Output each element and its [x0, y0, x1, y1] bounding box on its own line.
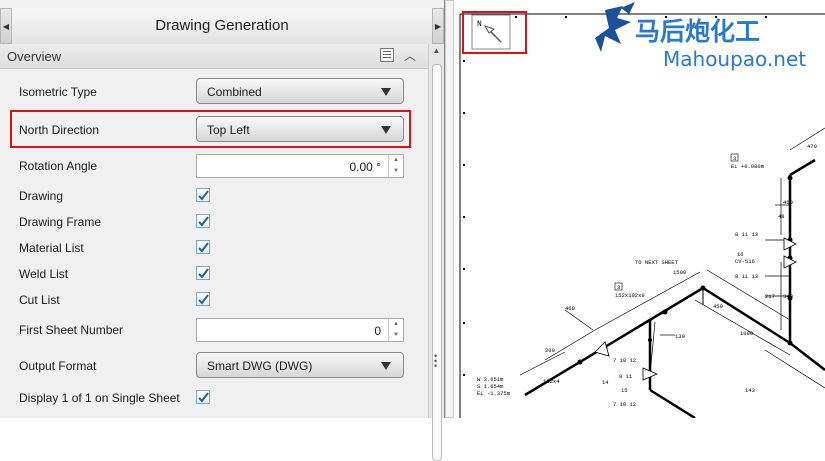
dim-130: 130	[675, 333, 685, 340]
drawing-checkbox[interactable]	[196, 188, 210, 202]
cut-list-label: Cut List	[19, 293, 60, 307]
dim-470: 470	[807, 143, 817, 150]
isometric-type-value: Combined	[207, 85, 262, 99]
cut-list-checkbox[interactable]	[196, 292, 210, 306]
rotation-angle-label: Rotation Angle	[19, 159, 98, 173]
isometric-type-dropdown[interactable]: Combined	[196, 78, 404, 104]
dim-1500: 1500	[673, 269, 686, 276]
dim-460b: 460	[565, 305, 575, 312]
elev-left-1: W 3.651m	[477, 376, 504, 383]
to-next-sheet: TO NEXT SHEET	[635, 259, 679, 266]
vertical-scrollbar[interactable]: ▲ • • •	[428, 44, 444, 461]
first-sheet-number-value: 0	[374, 324, 381, 338]
display-single-sheet-label: Display 1 of 1 on Single Sheet	[19, 391, 180, 405]
brand-en: Mahoupao.net	[663, 47, 806, 71]
dim-1000: 1000	[740, 330, 753, 337]
dim-48: 48	[778, 213, 785, 220]
material-list-checkbox[interactable]	[196, 240, 210, 254]
drawing-label: Drawing	[19, 189, 64, 203]
dropdown-arrow-icon	[381, 88, 391, 96]
dim-217: 217	[765, 293, 775, 300]
elev-top: EL +0.080m	[731, 163, 765, 170]
property-list-icon[interactable]	[380, 48, 394, 62]
scroll-thumb[interactable]	[432, 64, 442, 461]
display-single-sheet-checkbox[interactable]	[196, 390, 210, 404]
weld-list-label: Weld List	[19, 267, 69, 281]
elev-left-3: EL -1.375m	[477, 390, 511, 397]
material-list-label: Material List	[19, 241, 84, 255]
tag-8-11-13b: 8 11 13	[735, 273, 758, 280]
dropdown-arrow-icon	[381, 362, 391, 370]
isometric-drawing-preview[interactable]: N 马后炮化工 Mahoupao.net 3 EL +0.080m 470 46…	[445, 0, 825, 418]
spinner-buttons[interactable]: ▲ ▼	[388, 319, 403, 341]
first-sheet-number-label: First Sheet Number	[19, 323, 124, 337]
isometric-type-label: Isometric Type	[19, 85, 97, 99]
tag-7-10-12b: 7 10 12	[613, 401, 636, 408]
elev-left-2: S 1.654m	[477, 383, 504, 390]
drawing-frame-checkbox[interactable]	[196, 214, 210, 228]
rotation-angle-value: 0.00 °	[349, 160, 382, 174]
dim-340: 340	[783, 293, 793, 300]
grip-icon: • • •	[434, 351, 438, 371]
tag-7-10-12a: 7 10 12	[613, 357, 636, 364]
panel-title-bar: ◀ Drawing Generation ▶	[0, 8, 444, 45]
dim-460: 460	[783, 199, 793, 206]
output-format-value: Smart DWG (DWG)	[207, 359, 313, 373]
section-title: Overview	[7, 49, 62, 64]
dim-143: 143	[745, 387, 755, 394]
first-sheet-number-input[interactable]: 0 ▲ ▼	[196, 318, 404, 342]
weld-list-checkbox[interactable]	[196, 266, 210, 280]
drawing-generation-panel: ◀ Drawing Generation ▶ Overview ︿ ▲ • • • …	[0, 0, 445, 461]
tag-14: 14	[602, 379, 609, 386]
scroll-up-icon[interactable]: ▲	[429, 46, 444, 55]
north-direction-highlight	[10, 110, 411, 148]
mahoupao-logo: 马后炮化工 Mahoupao.net	[595, 2, 806, 71]
output-format-label: Output Format	[19, 359, 97, 373]
tag-16: 16	[737, 251, 744, 258]
tag-15: 15	[621, 387, 628, 394]
dim-200: 200	[545, 347, 555, 354]
tag-cv516: CV-516	[735, 258, 755, 265]
drawing-frame-label: Drawing Frame	[19, 215, 102, 229]
panel-title: Drawing Generation	[155, 17, 289, 34]
tag-9-11: 9 11	[619, 373, 633, 380]
brand-cn: 马后炮化工	[635, 17, 760, 46]
spinner-buttons[interactable]: ▲ ▼	[388, 155, 403, 177]
tag-8-11-13a: 8 11 13	[735, 231, 758, 238]
overview-section-header[interactable]: Overview ︿	[0, 44, 428, 69]
chevron-right-icon: ▶	[434, 21, 442, 31]
isometric-drawing-canvas: N 马后炮化工 Mahoupao.net 3 EL +0.080m 470 46…	[445, 0, 825, 418]
size-152x4: 152x4	[543, 378, 560, 385]
rotation-angle-input[interactable]: 0.00 ° ▲ ▼	[196, 154, 404, 178]
size-152x102x9: 152x102x9	[615, 292, 645, 299]
tag-3: 3	[733, 155, 736, 162]
expand-right-button[interactable]: ▶	[432, 8, 444, 44]
north-label: N	[477, 20, 482, 29]
output-format-dropdown[interactable]: Smart DWG (DWG)	[196, 352, 404, 378]
chevron-up-icon[interactable]: ︿	[404, 47, 416, 64]
dim-450: 450	[713, 303, 723, 310]
tag-3b: 3	[617, 284, 620, 291]
